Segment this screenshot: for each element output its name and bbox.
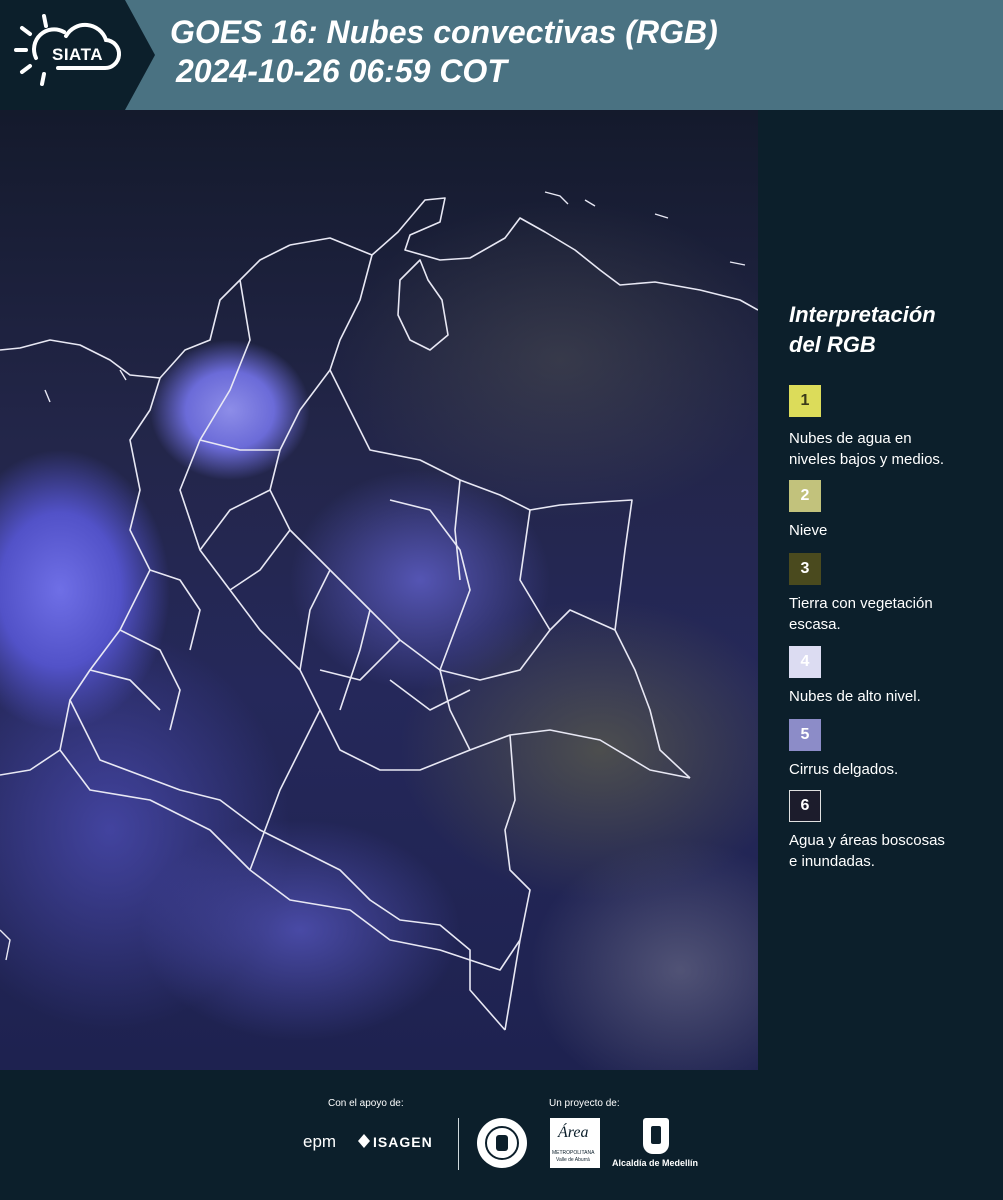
legend-item-2: 2 <box>789 480 821 512</box>
footer: Con el apoyo de: Un proyecto de: epm ISA… <box>0 1070 1003 1200</box>
legend-item-4: 4 <box>789 646 821 678</box>
legend-label-3: Tierra con vegetación escasa. <box>789 593 994 635</box>
legend-label-line: escasa. <box>789 616 841 633</box>
legend-label-line: Cirrus delgados. <box>789 761 899 778</box>
legend-item-3: 3 <box>789 553 821 585</box>
legend-label-5: Cirrus delgados. <box>789 759 994 780</box>
legend-item-1: 1 <box>789 385 821 417</box>
legend-item-5: 5 <box>789 719 821 751</box>
legend-label-line: e inundadas. <box>789 853 875 870</box>
legend-swatch: 1 <box>789 385 821 417</box>
legend-label-line: Agua y áreas boscosas <box>789 832 945 849</box>
legend-label-line: Nubes de alto nivel. <box>789 688 921 705</box>
legend-label-4: Nubes de alto nivel. <box>789 686 994 707</box>
legend-swatch: 6 <box>789 790 821 822</box>
university-seal <box>477 1118 527 1168</box>
legend-label-line: Nubes de agua en <box>789 430 912 447</box>
page-datetime: 2024-10-26 06:59 COT <box>176 53 507 89</box>
isagen-icon <box>358 1134 370 1148</box>
isagen-logo: ISAGEN <box>373 1134 433 1150</box>
legend-swatch: 2 <box>789 480 821 512</box>
country-borders <box>0 191 758 1031</box>
medellin-shield-icon <box>643 1118 669 1154</box>
legend-item-6: 6 <box>789 790 821 822</box>
logo-text: SIATA <box>52 45 103 64</box>
header-bar: SIATA GOES 16: Nubes convectivas (RGB) 2… <box>0 0 1003 110</box>
footer-divider <box>458 1118 459 1170</box>
legend-label-line: niveles bajos y medios. <box>789 451 945 468</box>
legend-title: Interpretación del RGB <box>789 300 989 360</box>
siata-logo: SIATA <box>0 0 155 110</box>
legend-label-line: Tierra con vegetación <box>789 595 933 612</box>
project-label: Un proyecto de: <box>549 1098 620 1109</box>
legend-swatch: 4 <box>789 646 821 678</box>
legend-label-line: Nieve <box>789 522 828 539</box>
legend-swatch: 5 <box>789 719 821 751</box>
legend-label-2: Nieve <box>789 520 994 541</box>
support-label: Con el apoyo de: <box>328 1098 404 1109</box>
legend-title-line1: Interpretación <box>789 302 936 327</box>
legend-label-1: Nubes de agua en niveles bajos y medios. <box>789 428 994 470</box>
legend-swatch: 3 <box>789 553 821 585</box>
page-title: GOES 16: Nubes convectivas (RGB) <box>170 14 718 50</box>
alcaldia-label: Alcaldía de Medellín <box>612 1158 699 1168</box>
legend-label-6: Agua y áreas boscosas e inundadas. <box>789 830 994 872</box>
satellite-map <box>0 110 758 1070</box>
legend-title-line2: del RGB <box>789 332 876 357</box>
epm-logo: epm <box>303 1132 337 1151</box>
area-metropolitana-logo: Área METROPOLITANA Valle de Aburrá <box>550 1118 600 1168</box>
